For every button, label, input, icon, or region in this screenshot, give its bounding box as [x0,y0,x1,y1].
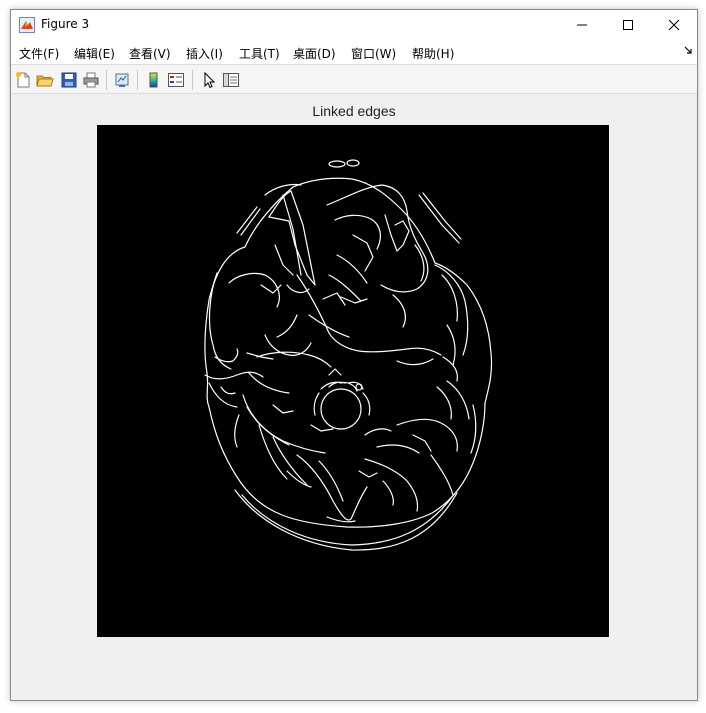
figure-canvas: Linked edges [11,95,697,700]
maximize-button[interactable] [605,10,651,40]
menu-edit[interactable]: 编辑(E) [74,45,115,62]
print-icon[interactable] [82,71,100,89]
menu-file[interactable]: 文件(F) [19,45,59,62]
toolbar-separator [106,70,107,90]
menu-window[interactable]: 窗口(W) [351,45,396,62]
pointer-icon[interactable] [200,71,218,89]
toolbar-separator [137,70,138,90]
minimize-icon [577,24,587,26]
menu-bar: 文件(F) 编辑(E) 查看(V) 插入(I) 工具(T) 桌面(D) 窗口(W… [11,40,697,64]
maximize-icon [623,20,633,30]
minimize-button[interactable] [559,10,605,40]
property-inspector-icon[interactable] [222,71,240,89]
save-icon[interactable] [60,71,78,89]
legend-icon[interactable] [167,71,185,89]
axes-title: Linked edges [312,103,396,119]
matlab-icon [19,17,35,33]
title-bar[interactable]: Figure 3 [11,10,697,40]
figure-window: Figure 3 文件(F) 编辑(E) 查看(V) 插入(I) 工具(T) 桌… [10,9,698,701]
menu-tools[interactable]: 工具(T) [239,45,280,62]
edge-image [97,125,609,637]
window-title: Figure 3 [41,17,90,31]
edge-map-graphic [204,159,493,551]
close-button[interactable] [651,10,697,40]
menu-view[interactable]: 查看(V) [129,45,171,62]
toolbar-separator [192,70,193,90]
colorbar-icon[interactable] [145,71,163,89]
undock-arrow-icon[interactable] [684,46,693,55]
open-file-icon[interactable] [36,71,54,89]
link-plot-icon[interactable] [113,71,131,89]
menu-insert[interactable]: 插入(I) [186,45,223,62]
new-figure-icon[interactable] [14,71,32,89]
figure-toolbar [11,64,697,94]
menu-help[interactable]: 帮助(H) [412,45,454,62]
close-icon [668,19,680,31]
menu-desktop[interactable]: 桌面(D) [293,45,336,62]
